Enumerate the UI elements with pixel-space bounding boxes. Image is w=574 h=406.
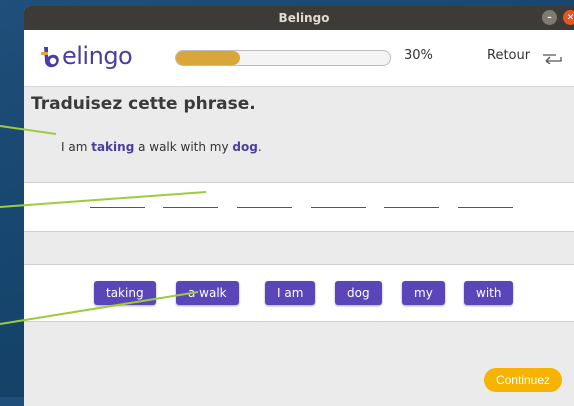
word-chip[interactable]: my	[402, 281, 445, 305]
answer-slot[interactable]	[384, 207, 439, 208]
sentence-text: a walk with my	[134, 140, 233, 154]
sentence-text: I am	[61, 140, 92, 154]
answer-slot[interactable]	[163, 207, 218, 208]
close-icon[interactable]: ✕	[563, 10, 574, 25]
word-chip[interactable]: I am	[265, 281, 316, 305]
logo-text: elingo	[62, 42, 133, 70]
logo-bird-icon	[41, 47, 59, 68]
instruction-heading: Traduisez cette phrase.	[31, 94, 256, 114]
sentence-text: .	[257, 140, 262, 154]
sentence-keyword: dog	[232, 140, 258, 154]
back-button[interactable]: Retour	[487, 48, 530, 63]
continue-button[interactable]: Continuez	[484, 368, 562, 392]
title-bar: Belingo – ✕	[24, 6, 574, 30]
word-bank: taking a walk I am dog my with	[24, 264, 574, 322]
source-sentence: I am taking a walk with my dog.	[61, 140, 262, 154]
app-window: Belingo – ✕ elingo 30% Retour Traduisez …	[24, 6, 574, 406]
word-chip[interactable]: with	[464, 281, 514, 305]
answer-slot[interactable]	[311, 207, 366, 208]
answer-slot[interactable]	[458, 207, 513, 208]
word-chip[interactable]: taking	[94, 281, 156, 305]
progress-fill	[176, 51, 241, 65]
window-title: Belingo	[278, 11, 330, 25]
answer-slots-area[interactable]	[24, 182, 574, 232]
sentence-keyword: taking	[91, 140, 135, 154]
app-header: elingo 30% Retour	[24, 30, 574, 87]
answer-slot[interactable]	[237, 207, 292, 208]
minimize-icon[interactable]: –	[542, 10, 557, 25]
return-arrow-icon[interactable]	[542, 50, 564, 64]
lesson-progress-bar	[175, 50, 391, 66]
word-chip[interactable]: dog	[335, 281, 382, 305]
progress-percent: 30%	[404, 48, 433, 63]
belingo-logo: elingo	[38, 42, 133, 70]
word-chip[interactable]: a walk	[176, 281, 239, 305]
answer-slot[interactable]	[90, 207, 145, 208]
